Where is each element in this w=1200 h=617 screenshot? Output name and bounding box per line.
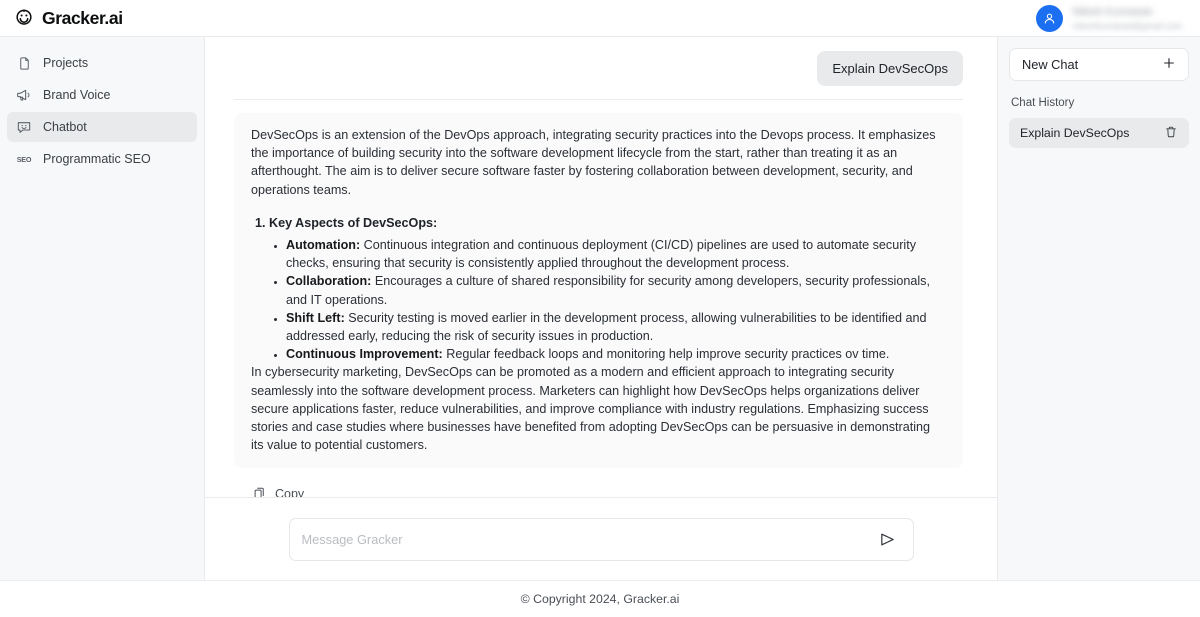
user-email: nileshkumawat@gmail.com [1072, 20, 1182, 31]
brand-name: Gracker.ai [42, 7, 123, 28]
footer: © Copyright 2024, Gracker.ai [0, 580, 1200, 617]
aspect-text: Security testing is moved earlier in the… [286, 310, 927, 344]
message-thread: Explain DevSecOps DevSecOps is an extens… [205, 37, 997, 497]
key-aspects-list: Key Aspects of DevSecOps: Automation: Co… [251, 214, 946, 364]
chat-history-item[interactable]: Explain DevSecOps [1009, 118, 1189, 148]
copy-icon [252, 486, 267, 497]
user-account[interactable]: Nilesh Kumawat nileshkumawat@gmail.com [1036, 4, 1186, 32]
right-panel: New Chat Chat History Explain DevSecOps [998, 37, 1200, 580]
plus-icon [1162, 56, 1176, 73]
user-name: Nilesh Kumawat [1072, 5, 1152, 18]
list-item: Shift Left: Security testing is moved ea… [286, 309, 946, 345]
user-message-row: Explain DevSecOps [234, 51, 963, 99]
list-item: Continuous Improvement: Regular feedback… [286, 345, 946, 363]
aspect-lead: Shift Left: [286, 310, 345, 325]
brand[interactable]: Gracker.ai [14, 8, 123, 29]
copyright-text: © Copyright 2024, Gracker.ai [520, 592, 680, 606]
sidebar-item-programmatic-seo[interactable]: SEO Programmatic SEO [7, 144, 197, 174]
sidebar-item-label: Chatbot [43, 120, 87, 134]
send-icon [881, 533, 894, 546]
send-button[interactable] [877, 529, 899, 551]
file-icon [16, 55, 32, 71]
aspect-text: Regular feedback loops and monitoring he… [442, 347, 890, 362]
assistant-outro-paragraph: In cybersecurity marketing, DevSecOps ca… [251, 365, 931, 453]
avatar[interactable] [1036, 4, 1064, 32]
sidebar-item-chatbot[interactable]: Chatbot [7, 112, 197, 142]
top-bar: Gracker.ai Nilesh Kumawat nileshkumawat@… [0, 0, 1200, 37]
new-chat-label: New Chat [1022, 57, 1079, 72]
body-row: Projects Brand Voice Chatbot SEO Program… [0, 37, 1200, 580]
thread-divider [234, 99, 963, 100]
aspect-lead: Continuous Improvement: [286, 347, 443, 362]
trash-icon[interactable] [1164, 125, 1178, 142]
chat-main: Explain DevSecOps DevSecOps is an extens… [205, 37, 998, 580]
left-sidebar: Projects Brand Voice Chatbot SEO Program… [0, 37, 205, 580]
message-input[interactable] [301, 532, 877, 547]
sidebar-item-projects[interactable]: Projects [7, 48, 197, 78]
composer[interactable] [288, 518, 914, 561]
chat-history-label: Chat History [1011, 97, 1075, 109]
aspect-text: Encourages a culture of shared responsib… [286, 274, 930, 307]
sidebar-item-brand-voice[interactable]: Brand Voice [7, 80, 197, 110]
key-aspects-title: Key Aspects of DevSecOps: [269, 215, 438, 230]
list-item: Collaboration: Encourages a culture of s… [286, 272, 946, 308]
list-item: Automation: Continuous integration and c… [286, 236, 946, 272]
smiley-shield-logo-icon [14, 8, 34, 28]
assistant-message-bubble: DevSecOps is an extension of the DevOps … [234, 113, 963, 469]
chat-smiley-icon [16, 119, 32, 135]
copy-label: Copy [275, 486, 305, 497]
assistant-intro-paragraph: DevSecOps is an extension of the DevOps … [251, 128, 936, 197]
seo-icon: SEO [16, 154, 32, 164]
aspect-lead: Collaboration: [286, 274, 372, 289]
user-icon [1045, 13, 1055, 24]
app-root: Gracker.ai Nilesh Kumawat nileshkumawat@… [0, 0, 1200, 617]
new-chat-button[interactable]: New Chat [1009, 48, 1189, 81]
key-aspects-item: Key Aspects of DevSecOps: Automation: Co… [269, 214, 946, 364]
sidebar-item-label: Projects [43, 56, 89, 70]
sidebar-item-label: Programmatic SEO [43, 152, 151, 166]
chat-history-item-label: Explain DevSecOps [1020, 126, 1130, 140]
user-meta: Nilesh Kumawat nileshkumawat@gmail.com [1072, 6, 1182, 31]
copy-button[interactable]: Copy [234, 468, 963, 497]
sidebar-item-label: Brand Voice [43, 88, 111, 102]
megaphone-icon [16, 87, 32, 103]
aspect-lead: Automation: [286, 238, 361, 253]
aspect-text: Continuous integration and continuous de… [286, 238, 916, 271]
composer-area [205, 497, 997, 580]
user-message-bubble: Explain DevSecOps [817, 51, 963, 86]
aspects-sublist: Automation: Continuous integration and c… [269, 236, 946, 363]
